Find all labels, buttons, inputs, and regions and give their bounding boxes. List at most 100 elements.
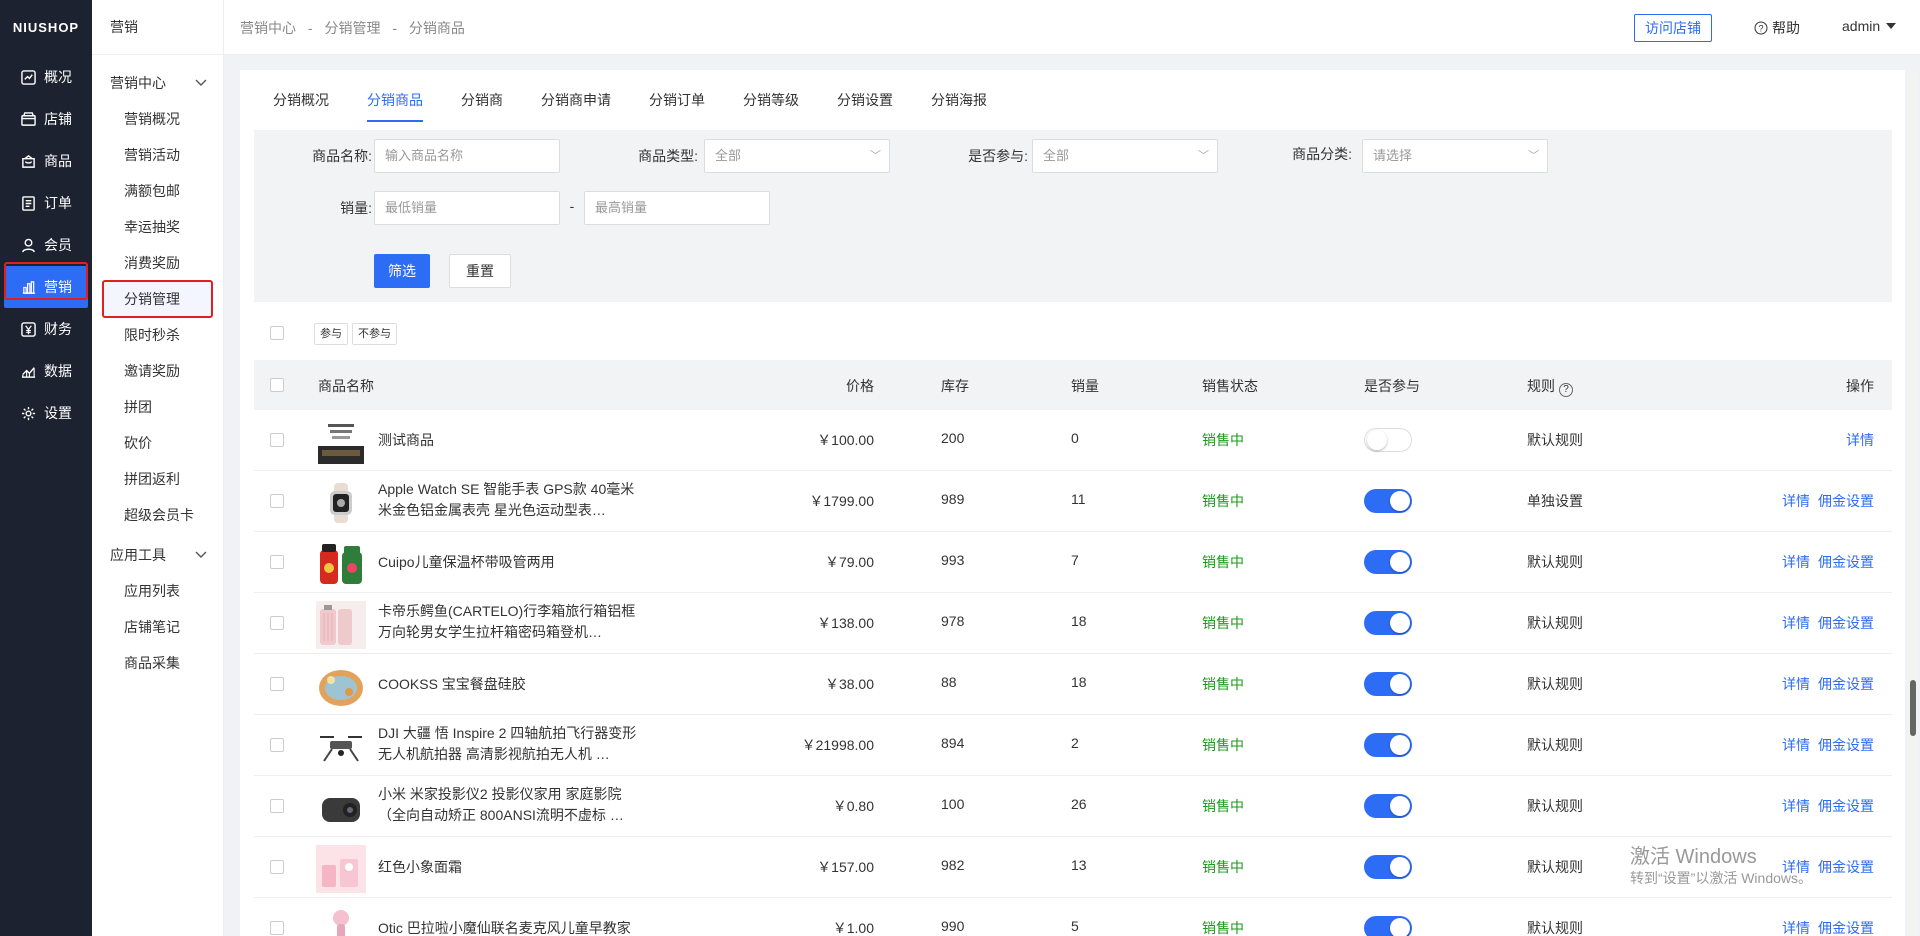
join-toggle[interactable] [1364,489,1412,513]
commission-settings-link[interactable]: 佣金设置 [1818,493,1874,509]
tab[interactable]: 分销概况 [254,70,348,134]
product-thumbnail [316,479,366,527]
commission-settings-link[interactable]: 佣金设置 [1818,676,1874,692]
rail-item[interactable]: 店铺 [0,98,92,140]
join-toggle[interactable] [1364,611,1412,635]
subnav-item[interactable]: 营销活动 [92,137,223,173]
subnav-item[interactable]: 砍价 [92,425,223,461]
breadcrumb-item[interactable]: 营销中心 [240,20,296,36]
product-name[interactable]: 红色小象面霜 [378,857,640,878]
subnav-item[interactable]: 分销管理 [102,281,213,317]
subnav-item[interactable]: 应用列表 [92,573,223,609]
detail-link[interactable]: 详情 [1782,920,1810,936]
detail-link[interactable]: 详情 [1782,493,1810,509]
join-toggle[interactable] [1364,916,1412,936]
question-circle-icon[interactable]: ? [1559,383,1573,397]
row-checkbox[interactable] [270,555,284,569]
tab[interactable]: 分销海报 [912,70,1006,134]
product-name[interactable]: COOKSS 宝宝餐盘硅胶 [378,674,640,695]
rail-item[interactable]: 财务 [0,308,92,350]
detail-link[interactable]: 详情 [1782,676,1810,692]
subnav-item[interactable]: 邀请奖励 [92,353,223,389]
commission-settings-link[interactable]: 佣金设置 [1818,920,1874,936]
subnav-item[interactable]: 幸运抽奖 [92,209,223,245]
detail-link[interactable]: 详情 [1846,432,1874,448]
subnav-item[interactable]: 限时秒杀 [92,317,223,353]
row-checkbox[interactable] [270,677,284,691]
filter-button[interactable]: 筛选 [374,254,430,288]
group-app-tools[interactable]: 应用工具 [92,537,223,573]
product-name[interactable]: Apple Watch SE 智能手表 GPS款 40毫米米金色铝金属表壳 星光… [378,479,640,521]
sales-max-input[interactable]: 最高销量 [584,191,770,225]
category-select[interactable]: 请选择 ﹀ [1362,139,1548,173]
user-menu[interactable]: admin [1842,18,1897,34]
rail-item[interactable]: 概况 [0,56,92,98]
group-marketing-center[interactable]: 营销中心 [92,65,223,101]
join-toggle[interactable] [1364,550,1412,574]
row-checkbox[interactable] [270,738,284,752]
sales-min-input[interactable]: 最低销量 [374,191,560,225]
commission-settings-link[interactable]: 佣金设置 [1818,737,1874,753]
tab[interactable]: 分销设置 [818,70,912,134]
subnav-item[interactable]: 商品采集 [92,645,223,681]
tab[interactable]: 分销商品 [348,70,442,134]
breadcrumb-item[interactable]: 分销管理 [324,20,380,36]
rail-item[interactable]: 数据 [0,350,92,392]
product-name[interactable]: 小米 米家投影仪2 投影仪家用 家庭影院（全向自动矫正 800ANSI流明不虚标… [378,784,640,826]
row-checkbox[interactable] [270,860,284,874]
product-name[interactable]: 卡帝乐鳄鱼(CARTELO)行李箱旅行箱铝框万向轮男女学生拉杆箱密码箱登机… [378,601,640,643]
subnav-item[interactable]: 拼团返利 [92,461,223,497]
rail-item[interactable]: 营销 [4,266,88,308]
page-scrollbar[interactable] [1908,70,1918,936]
product-type-select[interactable]: 全部 ﹀ [704,139,890,173]
subnav-item[interactable]: 消费奖励 [92,245,223,281]
row-checkbox[interactable] [270,799,284,813]
join-toggle[interactable] [1364,428,1412,452]
col-join: 是否参与 [1364,378,1420,394]
product-name[interactable]: DJI 大疆 悟 Inspire 2 四轴航拍飞行器变形无人机航拍器 高清影视航… [378,723,640,765]
tab[interactable]: 分销订单 [630,70,724,134]
commission-settings-link[interactable]: 佣金设置 [1818,554,1874,570]
product-name-input[interactable]: 输入商品名称 [374,139,560,173]
product-name[interactable]: 测试商品 [378,430,640,451]
header-checkbox[interactable] [270,378,284,392]
scrollbar-thumb[interactable] [1910,680,1916,736]
rail-item[interactable]: 会员 [0,224,92,266]
tab[interactable]: 分销等级 [724,70,818,134]
product-name[interactable]: Cuipo儿童保温杯带吸管两用 [378,552,640,573]
tab[interactable]: 分销商申请 [522,70,630,134]
commission-settings-link[interactable]: 佣金设置 [1818,615,1874,631]
subnav-item[interactable]: 拼团 [92,389,223,425]
join-toggle[interactable] [1364,794,1412,818]
join-toggle[interactable] [1364,855,1412,879]
detail-link[interactable]: 详情 [1782,798,1810,814]
tab[interactable]: 分销商 [442,70,522,134]
rail-item-label: 营销 [44,279,72,295]
batch-nojoin-button[interactable]: 不参与 [352,323,397,345]
subnav-item[interactable]: 满额包邮 [92,173,223,209]
rail-item[interactable]: 商品 [0,140,92,182]
subnav-item[interactable]: 超级会员卡 [92,497,223,533]
row-checkbox[interactable] [270,616,284,630]
subnav-item[interactable]: 店铺笔记 [92,609,223,645]
join-toggle[interactable] [1364,672,1412,696]
reset-button[interactable]: 重置 [449,254,511,288]
batch-join-button[interactable]: 参与 [314,323,348,345]
commission-settings-link[interactable]: 佣金设置 [1818,859,1874,875]
row-checkbox[interactable] [270,921,284,935]
subnav-item[interactable]: 营销概况 [92,101,223,137]
detail-link[interactable]: 详情 [1782,737,1810,753]
row-checkbox[interactable] [270,433,284,447]
rail-item[interactable]: 订单 [0,182,92,224]
select-all-checkbox[interactable] [270,326,284,340]
visit-store-button[interactable]: 访问店铺 [1634,14,1712,42]
rail-item[interactable]: 设置 [0,392,92,434]
join-select[interactable]: 全部 ﹀ [1032,139,1218,173]
commission-settings-link[interactable]: 佣金设置 [1818,798,1874,814]
row-checkbox[interactable] [270,494,284,508]
detail-link[interactable]: 详情 [1782,554,1810,570]
detail-link[interactable]: 详情 [1782,615,1810,631]
help-link[interactable]: ? 帮助 [1754,18,1800,38]
product-name[interactable]: Otic 巴拉啦小魔仙联名麦克风儿童早教家用… [378,918,640,936]
join-toggle[interactable] [1364,733,1412,757]
